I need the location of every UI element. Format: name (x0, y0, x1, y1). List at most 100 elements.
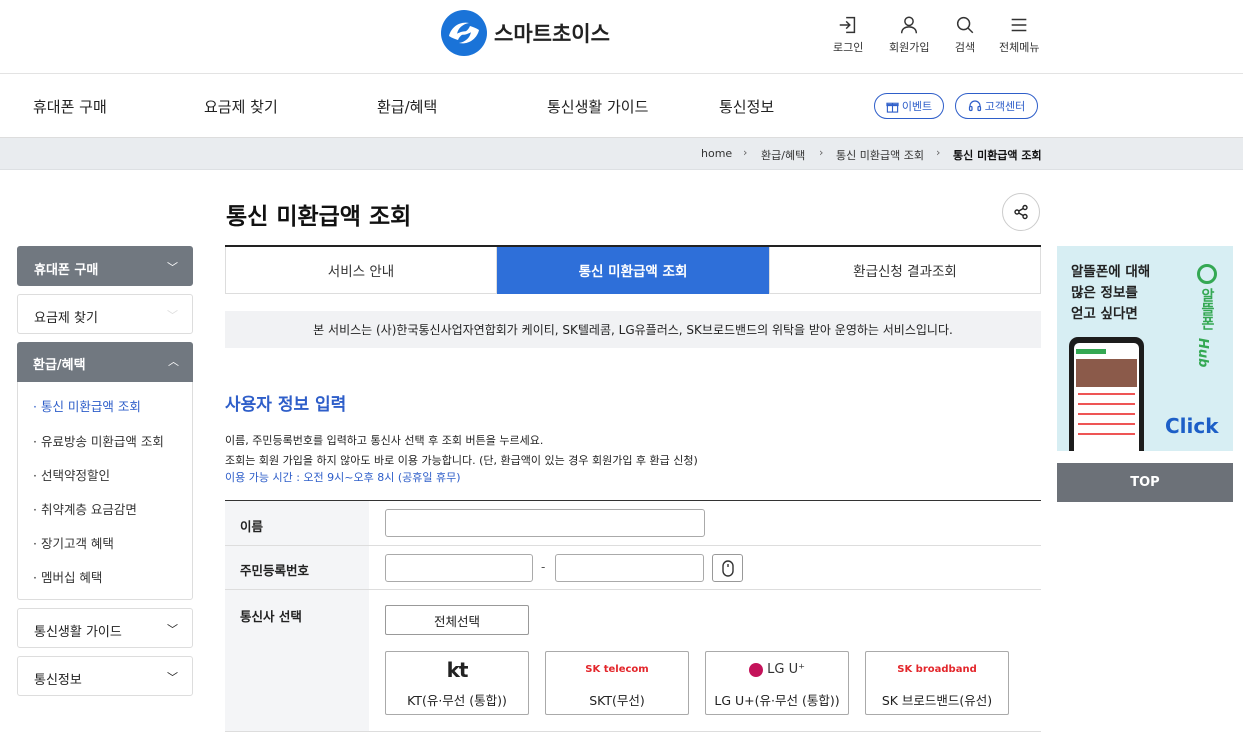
top-button[interactable]: TOP (1057, 463, 1233, 502)
banner-brand: 알뜰폰 (1199, 288, 1215, 330)
rrn-row: 주민등록번호 - (225, 546, 1041, 590)
rrn-header: 주민등록번호 (225, 546, 369, 589)
share-button[interactable] (1002, 193, 1040, 231)
screen-line (1078, 393, 1135, 395)
logo-text: 스마트초이스 (494, 22, 610, 46)
page-title: 통신 미환급액 조회 (226, 204, 412, 230)
sidebar-item-refund-benefit[interactable]: 환급/혜택 ︿ (17, 342, 193, 382)
breadcrumb-current: 통신 미환급액 조회 (953, 149, 1042, 162)
breadcrumb-chevron-icon: › (819, 146, 824, 159)
login-icon (839, 16, 856, 34)
sidebar-item-plan-finder[interactable]: 요금제 찾기 ﹀ (17, 294, 193, 334)
sidebar-item-label: 통신정보 (34, 673, 82, 688)
chevron-down-icon: ﹀ (167, 671, 178, 684)
search-icon (956, 16, 974, 34)
carrier-label: 통신사 선택 (240, 609, 302, 624)
name-header: 이름 (225, 501, 369, 545)
name-input[interactable] (385, 509, 705, 537)
carrier-skb-button[interactable]: SK broadband SK 브로드밴드(유선) (865, 651, 1009, 715)
carrier-name: SKT(무선) (589, 693, 645, 708)
all-menu-label: 전체메뉴 (999, 41, 1040, 54)
tab-refund-result[interactable]: 환급신청 결과조회 (769, 247, 1041, 294)
nav-item-phone-purchase[interactable]: 휴대폰 구매 (33, 96, 107, 117)
rrn-back-input[interactable] (555, 554, 704, 582)
available-hours: 이용 가능 시간 : 오전 9시~오후 8시 (공휴일 휴무) (225, 471, 461, 484)
sidebar-item-label: 환급/혜택 (33, 358, 86, 373)
share-icon (1014, 204, 1028, 220)
tab-unrefunded-lookup[interactable]: 통신 미환급액 조회 (497, 247, 769, 294)
screen-line (1078, 403, 1135, 405)
section-title: 사용자 정보 입력 (225, 395, 347, 415)
carrier-header: 통신사 선택 (225, 590, 369, 731)
site-header: 스마트초이스 로그인 회원가입 검색 전체메뉴 (0, 0, 1243, 74)
sidebar-subitem-vulnerable-discount[interactable]: · 취약계층 요금감면 (33, 499, 137, 518)
breadcrumb-home[interactable]: home (701, 147, 732, 160)
carrier-skt-button[interactable]: SK telecom SKT(무선) (545, 651, 689, 715)
breadcrumb-chevron-icon: › (743, 146, 748, 159)
secure-keypad-button[interactable] (712, 554, 743, 582)
screen-hero (1076, 359, 1137, 387)
sidebar-item-phone-purchase[interactable]: 휴대폰 구매 ﹀ (17, 246, 193, 286)
breadcrumb (0, 138, 1243, 170)
login-label: 로그인 (833, 41, 864, 54)
site-logo[interactable]: 스마트초이스 (440, 9, 610, 57)
skb-logo: SK broadband (897, 664, 977, 675)
nav-item-refund-benefit[interactable]: 환급/혜택 (377, 96, 437, 117)
screen-line (1078, 423, 1135, 425)
nav-item-telecom-info[interactable]: 통신정보 (719, 96, 774, 117)
gift-icon (886, 102, 899, 113)
customer-center-button[interactable]: 고객센터 (955, 93, 1038, 119)
headset-icon (968, 100, 981, 112)
chevron-down-icon: ﹀ (167, 261, 178, 274)
screen-line (1078, 413, 1135, 415)
instruction-text: 이름, 주민등록번호를 입력하고 통신사 선택 후 조회 버튼을 누르세요. (225, 434, 544, 447)
signup-button[interactable]: 회원가입 (889, 14, 929, 55)
chevron-down-icon: ﹀ (167, 309, 178, 322)
hub-logo-icon (1197, 264, 1217, 284)
tab-bar: 서비스 안내 통신 미환급액 조회 환급신청 결과조회 (225, 245, 1041, 294)
rrn-front-input[interactable] (385, 554, 533, 582)
sidebar-item-telecom-info[interactable]: 통신정보 ﹀ (17, 656, 193, 696)
screen-line (1078, 433, 1135, 435)
carrier-lgu-button[interactable]: LG U⁺ LG U+(유·무선 (통합)) (705, 651, 849, 715)
phone-screen (1074, 343, 1139, 451)
select-all-button[interactable]: 전체선택 (385, 605, 529, 635)
banner-text: 알뜰폰에 대해 많은 정보를 얻고 싶다면 (1071, 264, 1151, 322)
sidebar-subitem-membership[interactable]: · 멤버십 혜택 (33, 567, 102, 586)
main-nav: 휴대폰 구매 요금제 찾기 환급/혜택 통신생활 가이드 통신정보 (0, 74, 1243, 138)
sidebar-item-label: 휴대폰 구매 (34, 263, 99, 278)
search-label: 검색 (954, 41, 976, 54)
skt-logo: SK telecom (585, 664, 649, 675)
carrier-name: KT(유·무선 (통합)) (407, 693, 507, 708)
phone-mockup (1069, 337, 1144, 451)
sidebar-item-life-guide[interactable]: 통신생활 가이드 ﹀ (17, 608, 193, 648)
nav-item-plan-finder[interactable]: 요금제 찾기 (204, 96, 278, 117)
kt-logo: kt (446, 658, 469, 682)
login-button[interactable]: 로그인 (833, 14, 863, 55)
sidebar-subitem-contract-discount[interactable]: · 선택약정할인 (33, 465, 110, 484)
service-notice: 본 서비스는 (사)한국통신사업자연합회가 케이티, SK텔레콤, LG유플러스… (225, 311, 1041, 348)
carrier-kt-button[interactable]: kt KT(유·무선 (통합)) (385, 651, 529, 715)
all-menu-button[interactable]: 전체메뉴 (999, 14, 1039, 55)
mvno-hub-banner[interactable]: 알뜰폰에 대해 많은 정보를 얻고 싶다면 알뜰폰 Hub Click (1057, 246, 1233, 451)
sidebar-subitem-longterm-benefit[interactable]: · 장기고객 혜택 (33, 533, 114, 552)
lg-face-icon (749, 662, 764, 677)
chevron-up-icon: ︿ (168, 355, 179, 368)
breadcrumb-unrefunded[interactable]: 통신 미환급액 조회 (836, 147, 924, 163)
user-icon (901, 16, 918, 34)
search-button[interactable]: 검색 (954, 14, 976, 55)
event-label: 이벤트 (901, 100, 933, 113)
breadcrumb-refund[interactable]: 환급/혜택 (761, 147, 805, 163)
sidebar-subitem-unrefunded[interactable]: · 통신 미환급액 조회 (33, 396, 141, 415)
sidebar-subitem-paytv-unrefunded[interactable]: · 유료방송 미환급액 조회 (33, 431, 164, 450)
name-label: 이름 (240, 519, 264, 534)
event-button[interactable]: 이벤트 (874, 93, 944, 119)
tab-service-info[interactable]: 서비스 안내 (225, 247, 497, 294)
rrn-label: 주민등록번호 (240, 563, 310, 578)
rrn-dash: - (541, 560, 546, 574)
carrier-name: SK 브로드밴드(유선) (881, 693, 993, 708)
screen-header-bar (1076, 349, 1106, 354)
nav-item-life-guide[interactable]: 통신생활 가이드 (547, 96, 648, 117)
name-row: 이름 (225, 501, 1041, 546)
smartchoice-logo-icon (441, 10, 487, 56)
